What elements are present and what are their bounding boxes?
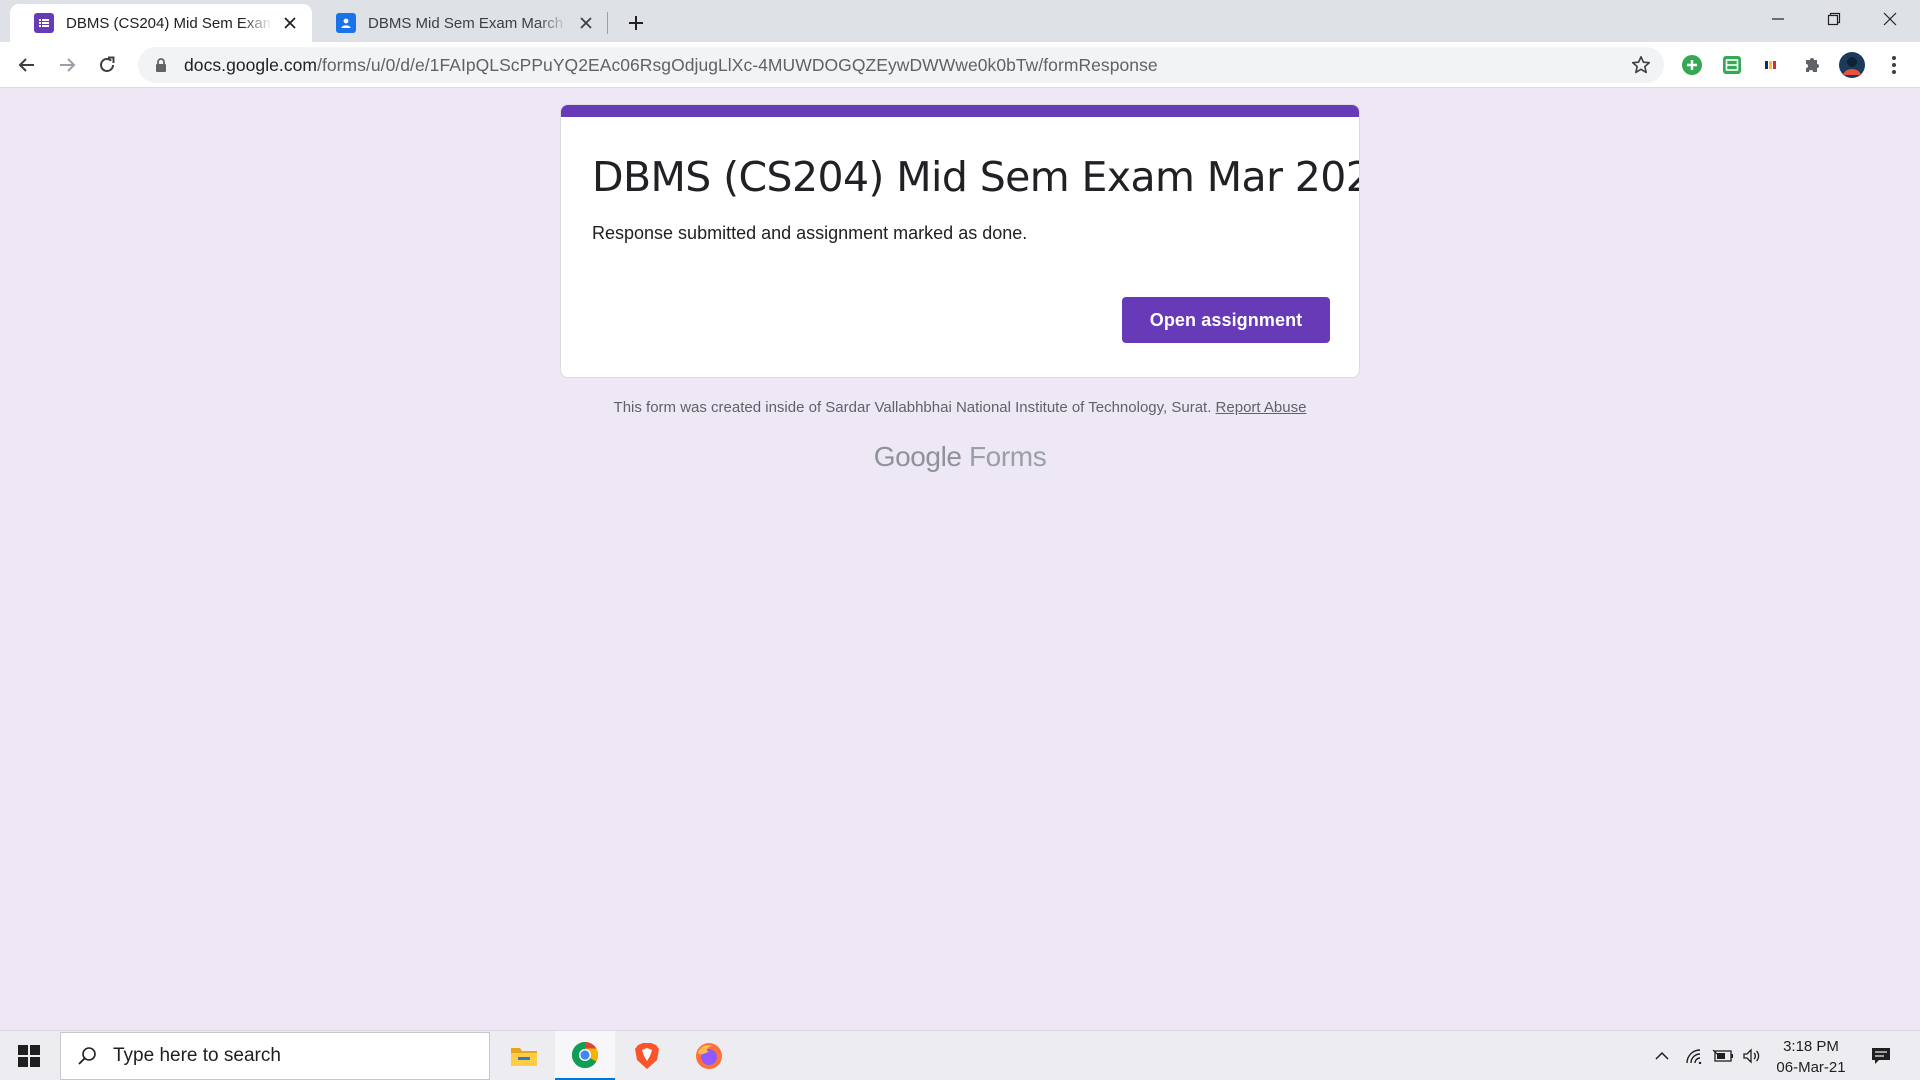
battery-icon[interactable] <box>1710 1031 1736 1080</box>
url-text: docs.google.com/forms/u/0/d/e/1FAIpQLScP… <box>184 55 1158 76</box>
arrow-right-icon <box>60 58 76 72</box>
url-path: /forms/u/0/d/e/1FAIpQLScPPuYQ2EAc06RsgOd… <box>317 54 1158 75</box>
form-title: DBMS (CS204) Mid Sem Exam Mar 2021 <box>592 153 1360 201</box>
form-accent-bar <box>561 105 1359 117</box>
back-button[interactable] <box>11 49 43 81</box>
chrome-menu-icon[interactable] <box>1880 51 1908 79</box>
firefox-icon[interactable] <box>679 1031 739 1080</box>
close-tab-icon[interactable] <box>576 13 596 33</box>
close-icon <box>1883 12 1897 26</box>
reload-icon <box>100 56 115 72</box>
extension-flag-icon[interactable] <box>1758 51 1786 79</box>
profile-avatar[interactable] <box>1838 51 1866 79</box>
tab-divider <box>607 12 608 34</box>
file-explorer-icon[interactable] <box>494 1031 554 1080</box>
tab-classroom[interactable]: DBMS Mid Sem Exam March 2021 <box>312 4 608 42</box>
lock-icon[interactable] <box>152 56 170 74</box>
chrome-icon[interactable] <box>555 1031 615 1080</box>
close-tab-icon[interactable] <box>280 13 300 33</box>
arrow-left-icon <box>18 58 34 72</box>
minimize-icon <box>1772 18 1784 20</box>
action-center-icon[interactable] <box>1866 1031 1896 1080</box>
clock-time: 3:18 PM <box>1783 1038 1839 1055</box>
browser-toolbar: docs.google.com/forms/u/0/d/e/1FAIpQLScP… <box>0 42 1920 88</box>
confirmation-message: Response submitted and assignment marked… <box>592 223 1028 243</box>
clock-date: 06-Mar-21 <box>1776 1059 1846 1076</box>
report-abuse-link[interactable]: Report Abuse <box>1216 399 1307 416</box>
bookmark-star-icon[interactable] <box>1630 54 1652 76</box>
start-button[interactable] <box>0 1031 58 1080</box>
wifi-icon[interactable] <box>1682 1031 1706 1080</box>
windows-logo-icon <box>18 1045 40 1067</box>
close-window-button[interactable] <box>1862 0 1918 38</box>
plus-icon <box>629 16 643 30</box>
forward-button[interactable] <box>51 49 83 81</box>
windows-taskbar: Type here to search 3:18 PM 06-Mar-21 <box>0 1030 1920 1080</box>
address-bar[interactable]: docs.google.com/forms/u/0/d/e/1FAIpQLScP… <box>138 47 1664 83</box>
logo-forms-text: Forms <box>968 441 1047 472</box>
show-hidden-icons-chevron-icon[interactable] <box>1652 1031 1672 1080</box>
search-placeholder: Type here to search <box>113 1045 281 1066</box>
restore-button[interactable] <box>1806 0 1862 38</box>
google-forms-icon <box>34 13 54 33</box>
tab-title: DBMS Mid Sem Exam March 2021 <box>368 14 568 32</box>
footer-note-text: This form was created inside of Sardar V… <box>613 399 1212 416</box>
tab-title: DBMS (CS204) Mid Sem Exam Mar 2021 <box>66 14 272 32</box>
search-icon <box>75 1044 99 1068</box>
new-tab-button[interactable] <box>622 9 650 37</box>
google-forms-logo[interactable]: Google Forms <box>0 441 1920 473</box>
url-host: docs.google.com <box>184 54 318 75</box>
reload-button[interactable] <box>91 49 123 81</box>
form-footer-note: This form was created inside of Sardar V… <box>0 399 1920 416</box>
taskbar-clock[interactable]: 3:18 PM 06-Mar-21 <box>1766 1036 1856 1078</box>
extension-add-icon[interactable] <box>1678 51 1706 79</box>
logo-google-text: Google <box>873 441 962 472</box>
extensions-puzzle-icon[interactable] <box>1798 51 1826 79</box>
restore-icon <box>1827 12 1841 26</box>
open-assignment-button[interactable]: Open assignment <box>1122 297 1330 343</box>
brave-icon[interactable] <box>617 1031 677 1080</box>
browser-tabstrip: DBMS (CS204) Mid Sem Exam Mar 2021 DBMS … <box>0 0 1920 42</box>
volume-icon[interactable] <box>1740 1031 1764 1080</box>
tab-forms[interactable]: DBMS (CS204) Mid Sem Exam Mar 2021 <box>10 4 312 42</box>
minimize-button[interactable] <box>1750 0 1806 38</box>
extension-sheet-icon[interactable] <box>1718 51 1746 79</box>
google-classroom-icon <box>336 13 356 33</box>
taskbar-search-box[interactable]: Type here to search <box>60 1032 490 1080</box>
form-response-card: DBMS (CS204) Mid Sem Exam Mar 2021 Respo… <box>560 104 1360 378</box>
